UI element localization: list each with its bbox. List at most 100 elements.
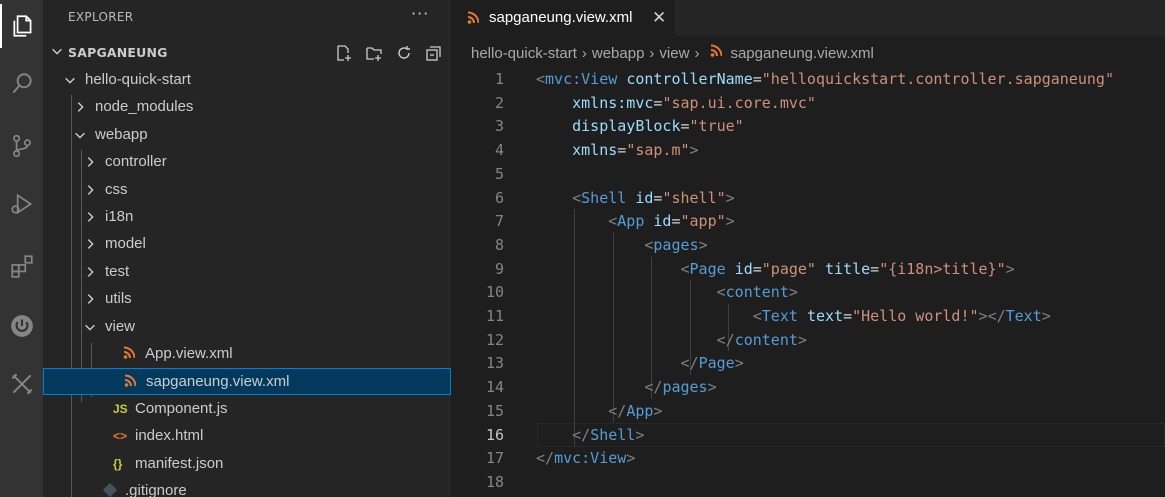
tree-item-label: i18n	[105, 208, 134, 225]
xml-file-icon	[467, 10, 480, 29]
line-number: 15	[485, 401, 504, 420]
power-icon[interactable]	[0, 304, 43, 348]
explorer-title: EXPLORER	[68, 10, 134, 24]
breadcrumb-item[interactable]: webapp	[592, 45, 645, 62]
tree-folder-item[interactable]: model	[43, 231, 451, 258]
code-line: 14 </pages>	[451, 375, 1165, 399]
tree-item-label: hello-quick-start	[85, 71, 191, 88]
code-line: 1 <mvc:View controllerName="helloquicksta…	[451, 67, 1165, 91]
line-number: 17	[485, 449, 504, 468]
tree-folder-item[interactable]: view	[43, 314, 451, 341]
code-line: 17 </mvc:View>	[451, 446, 1165, 470]
tree-file-item[interactable]: .gitignore	[43, 478, 451, 497]
code-line: 2 xmlns:mvc="sap.ui.core.mvc"	[451, 91, 1165, 115]
line-number: 2	[494, 93, 504, 112]
workspace-name: SAPGANEUNG	[68, 45, 168, 60]
more-actions-icon[interactable]: ···	[411, 4, 429, 23]
tree-folder-item[interactable]: utils	[43, 286, 451, 313]
line-source: </mvc:View>	[536, 449, 636, 468]
tree-item-label: sapganeung.view.xml	[146, 373, 290, 391]
tree-folder-item[interactable]: test	[43, 259, 451, 286]
tree-folder-item[interactable]: webapp	[43, 122, 451, 149]
git-file-icon	[102, 482, 118, 497]
line-source: </Shell>	[572, 425, 645, 444]
tree-item-label: node_modules	[95, 98, 194, 116]
line-number: 11	[485, 307, 504, 325]
js-file-icon: JS	[113, 401, 128, 416]
chevron-right-icon	[87, 239, 94, 250]
breadcrumb-item[interactable]: view	[659, 45, 689, 62]
tree-folder-item[interactable]: css	[43, 177, 451, 204]
xml-file-icon	[124, 374, 137, 390]
source-control-icon[interactable]	[0, 124, 43, 168]
explorer-icon[interactable]	[0, 4, 43, 48]
line-source: <pages>	[644, 235, 708, 254]
code-line: 8 <pages>	[451, 233, 1165, 257]
line-number: 9	[494, 259, 504, 278]
code-editor[interactable]: 1 <mvc:View controllerName="helloquicksta…	[451, 66, 1165, 497]
code-line: 12 </content>	[451, 328, 1165, 352]
code-line: 9 <Page id="page" title="{i18n>title}">	[451, 257, 1165, 281]
line-source: displayBlock="true"	[572, 117, 744, 136]
tree-file-item[interactable]: sapganeung.view.xml	[43, 368, 451, 396]
line-source: xmlns="sap.m">	[572, 141, 699, 160]
line-number: 7	[494, 212, 504, 231]
chevron-right-icon	[77, 102, 84, 113]
line-number: 12	[485, 330, 504, 349]
tree-folder-item[interactable]: i18n	[43, 204, 451, 231]
chevron-right-icon: ›	[649, 44, 655, 62]
line-source: </App>	[608, 401, 663, 420]
code-line: 16 </Shell>	[451, 423, 1165, 447]
line-number: 10	[485, 283, 504, 302]
tree-item-label: webapp	[95, 125, 148, 143]
tab-sapganeung-view-xml[interactable]: sapganeung.view.xml ✕	[451, 0, 675, 36]
tree-folder-item[interactable]: node_modules	[43, 94, 451, 121]
code-line: 6 <Shell id="shell">	[451, 186, 1165, 210]
html-file-icon: <>	[113, 429, 128, 444]
chevron-right-icon	[87, 266, 94, 277]
extensions-icon[interactable]	[0, 244, 43, 288]
breadcrumb: hello-quick-start › webapp › view › sapganeung…	[471, 44, 874, 64]
tree-file-item[interactable]: App.view.xml	[43, 341, 451, 368]
chevron-right-icon	[87, 184, 94, 195]
code-line: 13 </Page>	[451, 351, 1165, 375]
collapse-all-icon[interactable]	[423, 42, 445, 64]
refresh-icon[interactable]	[393, 42, 415, 64]
chevron-down-icon	[75, 132, 85, 139]
tree-file-item[interactable]: JS Component.js	[43, 396, 451, 423]
new-file-icon[interactable]	[333, 42, 355, 64]
line-source: <Page id="page" title="{i18n>title}">	[680, 259, 1015, 278]
chevron-right-icon	[87, 157, 94, 168]
line-source: </content>	[716, 330, 807, 349]
line-source: <Shell id="shell">	[572, 188, 735, 207]
workspace-section-header[interactable]: SAPGANEUNG	[43, 40, 451, 66]
code-line: 5	[451, 162, 1165, 186]
line-source: <content>	[716, 283, 798, 302]
tree-item-label: view	[105, 317, 136, 335]
tree-file-item[interactable]: <> index.html	[43, 423, 451, 450]
search-icon[interactable]	[0, 62, 43, 106]
tree-item-label: test	[105, 262, 130, 280]
tree-item-label: .gitignore	[125, 482, 187, 497]
code-line: 4 xmlns="sap.m">	[451, 138, 1165, 162]
breadcrumb-item[interactable]: hello-quick-start	[471, 45, 577, 62]
tree-item-label: utils	[105, 290, 132, 308]
new-folder-icon[interactable]	[363, 42, 385, 64]
tools-icon[interactable]	[0, 362, 43, 406]
tree-folder-item[interactable]: controller	[43, 149, 451, 176]
line-number: 8	[494, 235, 504, 254]
line-number: 1	[494, 70, 504, 88]
line-number: 6	[494, 188, 504, 207]
run-debug-icon[interactable]	[0, 182, 43, 226]
breadcrumb-item[interactable]: sapganeung.view.xml	[730, 45, 873, 62]
code-line: 7 <App id="app">	[451, 209, 1165, 233]
code-line: 18	[451, 470, 1165, 494]
tree-file-item[interactable]: {} manifest.json	[43, 451, 451, 478]
tree-item-label: model	[105, 235, 146, 253]
json-file-icon: {}	[113, 456, 123, 471]
line-source: <App id="app">	[608, 212, 735, 231]
line-source: </pages>	[644, 378, 717, 397]
tab-label: sapganeung.view.xml	[489, 9, 633, 26]
close-icon[interactable]: ✕	[652, 8, 666, 28]
tree-folder-item[interactable]: hello-quick-start	[43, 67, 451, 94]
